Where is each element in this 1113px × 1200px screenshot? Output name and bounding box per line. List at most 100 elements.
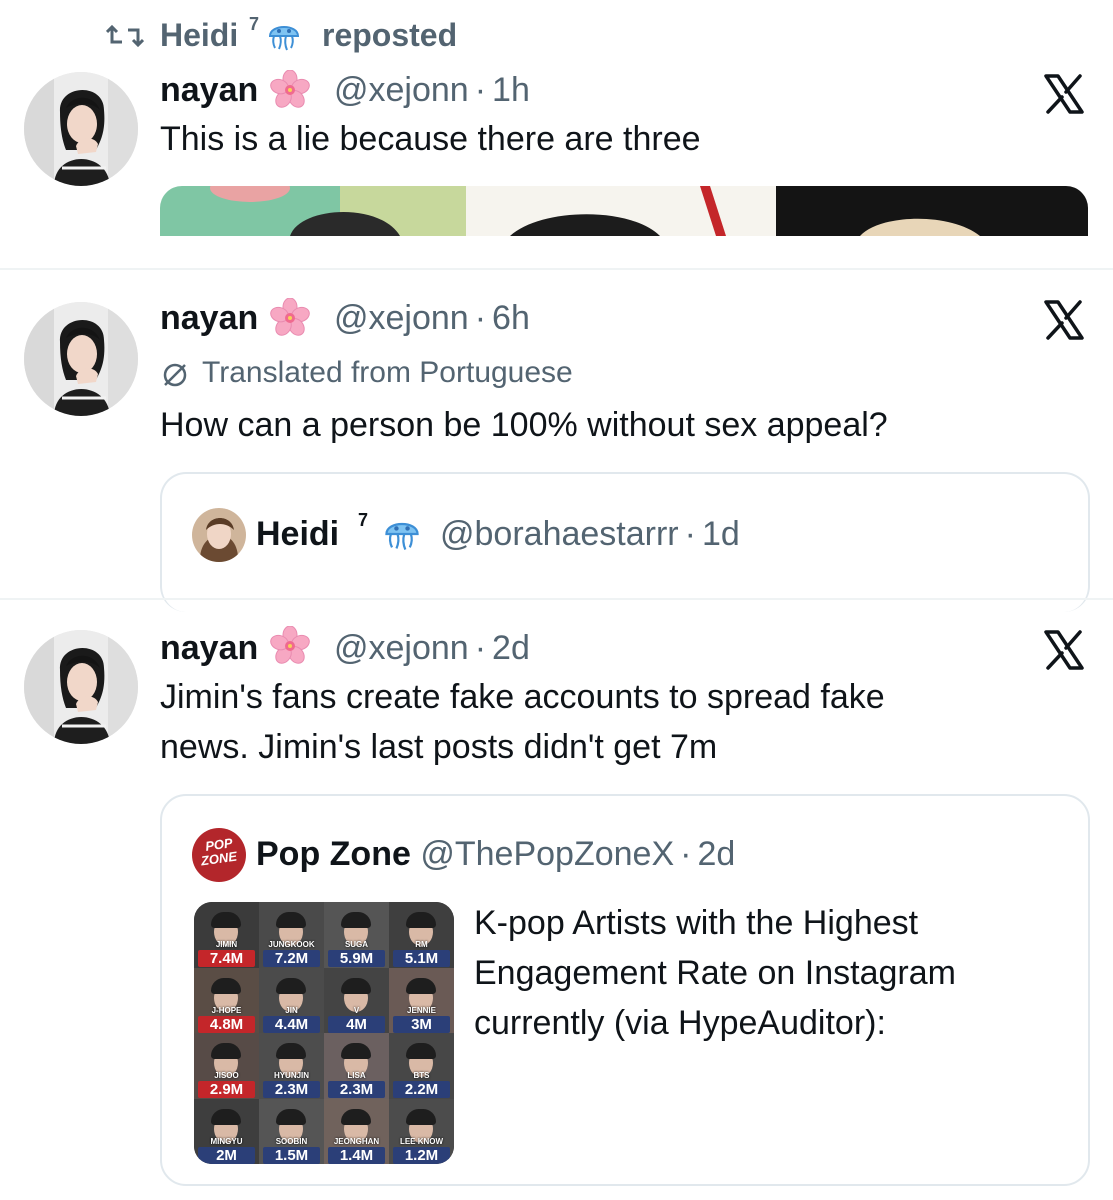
post-text-line-2: news. Jimin's last posts didn't get 7m bbox=[160, 728, 718, 766]
artist-name: JIN bbox=[285, 1005, 298, 1015]
artist-name: RM bbox=[415, 940, 428, 949]
post-time[interactable]: 2d bbox=[492, 629, 530, 667]
quoted-text-line-3: currently (via HypeAuditor): bbox=[474, 1004, 886, 1042]
post-text: How can a person be 100% without sex app… bbox=[160, 406, 888, 444]
artist-hair bbox=[276, 977, 306, 994]
grid-cell: J-HOPE 4.8M bbox=[194, 967, 259, 1033]
artist-name: J-HOPE bbox=[211, 1005, 242, 1015]
grid-cell: MINGYU 2M bbox=[194, 1098, 259, 1164]
quoted-image[interactable]: JIMIN 7.4M JUNGKOOK 7.2M SUGA 5.9M RM 5.1M J-HOP… bbox=[194, 902, 454, 1164]
grid-cell: LEE KNOW 1.2M bbox=[389, 1098, 454, 1164]
artist-value: 1.5M bbox=[263, 1146, 320, 1164]
popzone-avatar[interactable]: POP ZONE bbox=[192, 828, 246, 882]
artist-hair bbox=[341, 1043, 371, 1059]
avatar[interactable] bbox=[24, 630, 138, 744]
grid-cell: HYUNJIN 2.3M bbox=[259, 1033, 324, 1099]
artist-name: SUGA bbox=[344, 940, 369, 949]
artist-value: 5.1M bbox=[393, 950, 450, 967]
quoted-author[interactable]: Heidi bbox=[256, 514, 339, 554]
cherry-blossom-emoji bbox=[270, 626, 310, 666]
artist-hair bbox=[211, 1043, 241, 1059]
separator: · bbox=[684, 515, 696, 553]
quoted-avatar[interactable] bbox=[192, 508, 246, 562]
quoted-time[interactable]: 1d bbox=[702, 515, 740, 553]
quoted-post[interactable]: POP ZONE Pop Zone @ThePopZoneX · 2d JIMIN 7… bbox=[160, 794, 1090, 1186]
repost-user[interactable]: Heidi bbox=[160, 16, 238, 54]
cherry-blossom-emoji bbox=[270, 298, 310, 338]
artist-value: 7.2M bbox=[263, 950, 320, 967]
x-logo-icon[interactable] bbox=[1042, 628, 1086, 672]
quoted-text-line-1: K-pop Artists with the Highest bbox=[474, 904, 919, 942]
artist-value: 2.2M bbox=[393, 1081, 450, 1098]
translated-text[interactable]: Translated from Portuguese bbox=[202, 354, 573, 392]
artist-value: 3M bbox=[393, 1015, 450, 1033]
cherry-blossom-emoji bbox=[270, 70, 310, 110]
grid-cell: SUGA 5.9M bbox=[324, 902, 389, 968]
artist-name: MINGYU bbox=[210, 1136, 243, 1146]
author-name[interactable]: nayan bbox=[160, 71, 258, 109]
artist-name: JENNIE bbox=[407, 1005, 436, 1015]
grid-cell: JIMIN 7.4M bbox=[194, 902, 259, 968]
quoted-post[interactable]: Heidi 7 @borahaestarrr · 1d bbox=[160, 472, 1090, 612]
post-text-line-1: Jimin's fans create fake accounts to spr… bbox=[160, 678, 885, 716]
author-handle[interactable]: @xejonn bbox=[334, 299, 469, 337]
artist-hair bbox=[341, 1108, 371, 1125]
x-logo-icon[interactable] bbox=[1042, 298, 1086, 342]
artist-name: JISOO bbox=[214, 1071, 239, 1080]
artist-value: 2.3M bbox=[263, 1081, 320, 1098]
author-name[interactable]: nayan bbox=[160, 299, 258, 337]
grid-cell: JENNIE 3M bbox=[389, 967, 454, 1033]
artist-value: 2M bbox=[198, 1146, 255, 1164]
artist-hair bbox=[211, 1108, 241, 1125]
artist-hair bbox=[276, 1108, 306, 1125]
jellyfish-emoji bbox=[385, 522, 419, 551]
avatar[interactable] bbox=[24, 302, 138, 416]
artist-hair bbox=[341, 912, 371, 928]
grid-cell: BTS 2.2M bbox=[389, 1033, 454, 1099]
post-time[interactable]: 1h bbox=[492, 71, 530, 109]
grid-cell: SOOBIN 1.5M bbox=[259, 1098, 324, 1164]
repost-icon bbox=[106, 24, 144, 48]
artist-hair bbox=[406, 912, 436, 928]
post-text: This is a lie because there are three bbox=[160, 120, 701, 158]
quoted-handle[interactable]: @borahaestarrr bbox=[440, 515, 679, 553]
artist-name: HYUNJIN bbox=[273, 1071, 310, 1080]
post-time[interactable]: 6h bbox=[492, 299, 530, 337]
artist-hair bbox=[276, 912, 306, 928]
artist-hair bbox=[406, 1043, 436, 1059]
artist-name: BTS bbox=[413, 1071, 430, 1080]
author-handle[interactable]: @xejonn bbox=[334, 71, 469, 109]
jellyfish-emoji bbox=[269, 26, 299, 51]
avatar[interactable] bbox=[24, 72, 138, 186]
artist-name: SOOBIN bbox=[275, 1136, 308, 1146]
artist-hair bbox=[406, 1108, 436, 1125]
artist-hair bbox=[406, 977, 436, 994]
author-handle[interactable]: @xejonn bbox=[334, 629, 469, 667]
quoted-time[interactable]: 2d bbox=[697, 835, 735, 873]
divider bbox=[0, 598, 1113, 600]
artist-name: LEE KNOW bbox=[399, 1136, 444, 1146]
artist-hair bbox=[211, 912, 241, 928]
artist-value: 4.4M bbox=[263, 1015, 320, 1033]
artist-hair bbox=[341, 977, 371, 994]
grid-cell: V 4M bbox=[324, 967, 389, 1033]
grid-cell: JUNGKOOK 7.2M bbox=[259, 902, 324, 968]
quoted-handle[interactable]: @ThePopZoneX bbox=[420, 835, 674, 873]
quoted-author[interactable]: Pop Zone bbox=[256, 835, 411, 873]
separator: · bbox=[474, 71, 487, 109]
grid-cell: JISOO 2.9M bbox=[194, 1033, 259, 1099]
artist-value: 1.4M bbox=[328, 1146, 385, 1164]
artist-name: JUNGKOOK bbox=[268, 940, 315, 949]
artist-name: V bbox=[353, 1005, 360, 1015]
post-media[interactable] bbox=[160, 186, 1088, 236]
author-name[interactable]: nayan bbox=[160, 629, 258, 667]
x-logo-icon[interactable] bbox=[1042, 72, 1086, 116]
artist-value: 2.9M bbox=[198, 1081, 255, 1098]
artist-name: JIMIN bbox=[215, 940, 238, 949]
repost-label: reposted bbox=[322, 17, 458, 53]
artist-name: JEONGHAN bbox=[333, 1136, 380, 1146]
separator: · bbox=[474, 299, 487, 337]
grid-cell: JEONGHAN 1.4M bbox=[324, 1098, 389, 1164]
artist-hair bbox=[211, 977, 241, 994]
artist-name: LISA bbox=[347, 1071, 366, 1080]
